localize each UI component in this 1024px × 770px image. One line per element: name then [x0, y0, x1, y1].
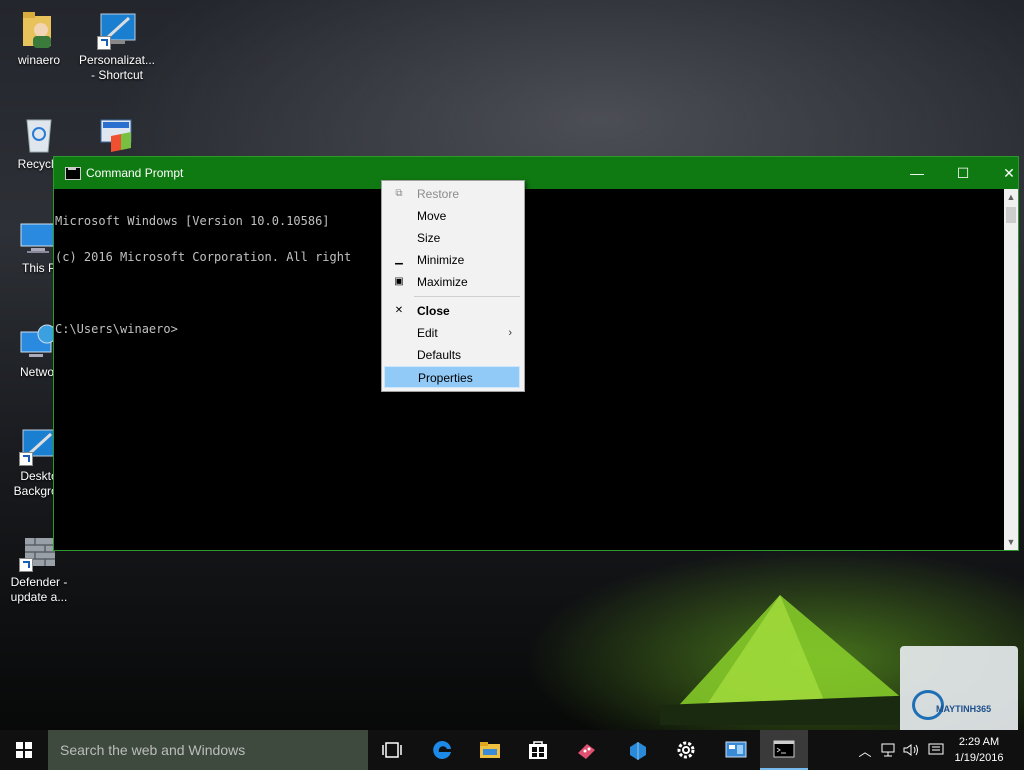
action-center-button[interactable]: [926, 730, 946, 770]
minimize-button[interactable]: —: [894, 157, 940, 189]
shortcut-arrow-icon: [19, 558, 33, 572]
taskbar-control-panel[interactable]: [712, 730, 760, 770]
taskbar-edge[interactable]: [418, 730, 466, 770]
recycle-bin-icon: [19, 114, 59, 154]
command-prompt-icon[interactable]: [65, 167, 81, 180]
task-view-icon: [382, 742, 402, 758]
menu-item-label: Move: [417, 209, 447, 223]
desktop-icon-label: Defender - update a...: [10, 575, 68, 604]
menu-item-label: Close: [417, 304, 450, 318]
settings-icon: [677, 741, 695, 759]
taskbar-command-prompt[interactable]: [760, 730, 808, 770]
window-title: Command Prompt: [86, 166, 184, 180]
task-view-button[interactable]: [368, 730, 416, 770]
menu-item-properties[interactable]: Properties: [384, 366, 520, 388]
console-line: (c) 2016 Microsoft Corporation. All righ…: [55, 250, 352, 264]
network-tray-icon: [881, 743, 895, 757]
taskbar-paint-app[interactable]: [614, 730, 662, 770]
clock-date: 1/19/2016: [954, 752, 1004, 764]
desktop-icon-label: winaero: [17, 53, 61, 67]
desktop-icon-winaero[interactable]: winaero: [0, 10, 78, 68]
taskbar: Search the web and Windows ︿ 2:29 AM 1/1…: [0, 730, 1024, 770]
scroll-down-arrow-icon[interactable]: ▼: [1004, 534, 1018, 550]
clock-time: 2:29 AM: [958, 736, 1000, 748]
taskbar-clock[interactable]: 2:29 AM 1/19/2016: [950, 734, 1008, 766]
windows-app-icon: [97, 114, 137, 154]
menu-item-label: Maximize: [417, 275, 468, 289]
menu-item-defaults[interactable]: Defaults: [384, 344, 520, 366]
volume-icon: [903, 744, 918, 756]
taskbar-store[interactable]: [514, 730, 562, 770]
menu-item-edit[interactable]: Edit ›: [384, 322, 520, 344]
console-prompt: C:\Users\winaero>: [55, 322, 178, 336]
window-titlebar[interactable]: Command Prompt — ☐ ✕: [54, 157, 1018, 189]
shortcut-arrow-icon: [19, 452, 33, 466]
vertical-scrollbar[interactable]: ▲ ▼: [1004, 189, 1018, 550]
menu-separator: [414, 296, 520, 297]
close-icon: ✕: [394, 305, 404, 316]
watermark-text: MAYTINH365: [936, 704, 992, 714]
console-output[interactable]: Microsoft Windows [Version 10.0.10586] (…: [54, 189, 1018, 550]
start-button[interactable]: [0, 730, 48, 770]
console-line: Microsoft Windows [Version 10.0.10586]: [55, 214, 330, 228]
window-system-menu: ⧉ Restore Move Size ▁ Minimize ▣ Maximiz…: [381, 180, 525, 392]
command-prompt-window[interactable]: Command Prompt — ☐ ✕ Microsoft Windows […: [53, 156, 1019, 551]
windows-logo-icon: [16, 742, 32, 758]
menu-item-move[interactable]: Move: [384, 205, 520, 227]
action-center-icon: [928, 743, 944, 755]
desktop-icon-personalization-shortcut[interactable]: Personalizat... - Shortcut: [78, 10, 156, 83]
control-panel-icon: [725, 741, 747, 758]
edge-icon: [433, 740, 451, 759]
minimize-icon: ▁: [395, 254, 403, 265]
chevron-up-icon: ︿: [858, 743, 872, 759]
restore-icon: ⧉: [395, 188, 403, 199]
taskbar-settings[interactable]: [662, 730, 710, 770]
close-button[interactable]: ✕: [986, 157, 1024, 189]
menu-item-restore[interactable]: ⧉ Restore: [384, 183, 520, 205]
menu-item-close[interactable]: ✕ Close: [384, 300, 520, 322]
taskbar-file-explorer[interactable]: [466, 730, 514, 770]
show-hidden-icons-button[interactable]: ︿: [856, 730, 874, 770]
file-explorer-icon: [480, 742, 500, 758]
search-box[interactable]: Search the web and Windows: [48, 730, 368, 770]
personalization-shortcut-icon: [97, 10, 137, 50]
submenu-arrow-icon: ›: [508, 327, 512, 339]
menu-item-maximize[interactable]: ▣ Maximize: [384, 271, 520, 293]
maximize-icon: ▣: [394, 276, 404, 287]
wallpaper-tent: [660, 595, 920, 725]
menu-item-minimize[interactable]: ▁ Minimize: [384, 249, 520, 271]
shortcut-arrow-icon: [97, 36, 111, 50]
user-folder-icon: [19, 10, 59, 50]
desktop-icon-label: Personalizat... - Shortcut: [78, 53, 156, 82]
scrollbar-thumb[interactable]: [1006, 207, 1016, 223]
menu-item-label: Edit: [417, 326, 438, 340]
menu-item-label: Restore: [417, 187, 460, 201]
menu-item-label: Properties: [418, 371, 473, 385]
menu-item-label: Minimize: [417, 253, 465, 267]
app-icon: [578, 744, 595, 759]
desktop-icon-windows-app[interactable]: [78, 114, 156, 157]
menu-item-label: Size: [417, 231, 441, 245]
maximize-button[interactable]: ☐: [940, 157, 986, 189]
volume-tray-button[interactable]: [902, 730, 922, 770]
store-icon: [529, 741, 547, 759]
menu-item-label: Defaults: [417, 348, 462, 362]
taskbar-app[interactable]: [562, 730, 610, 770]
scroll-up-arrow-icon[interactable]: ▲: [1004, 189, 1018, 205]
menu-item-size[interactable]: Size: [384, 227, 520, 249]
paint-app-icon: [630, 742, 646, 760]
command-prompt-icon: [773, 740, 795, 758]
network-tray-button[interactable]: [878, 730, 898, 770]
